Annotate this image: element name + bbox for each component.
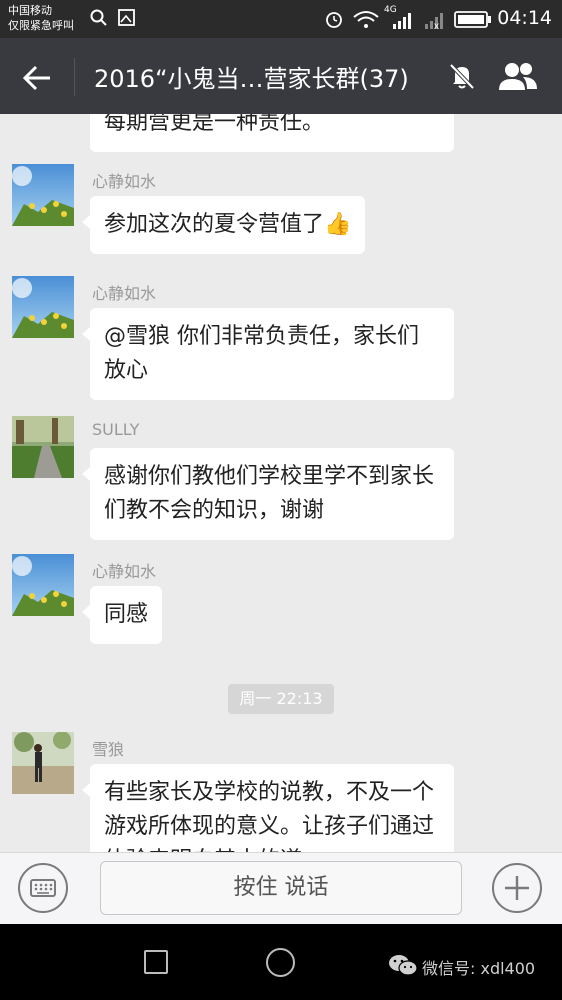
avatar-park-image (12, 416, 74, 478)
message-bubble: 有些家长及学校的说教，不及一个游戏所体现的意义。让孩子们通过体验来明白其中的道 (82, 764, 454, 852)
message-text: @雪狼 你们非常负责任，家长们放心 (104, 324, 419, 383)
plus-icon (505, 876, 529, 900)
avatar-flowers-image (12, 276, 74, 338)
mute-icon (449, 63, 475, 90)
more-actions-button[interactable] (492, 863, 542, 913)
keyboard-toggle-button[interactable] (18, 863, 68, 913)
signal-icon (393, 13, 411, 29)
message-text: 同感 (104, 602, 149, 627)
home-button[interactable] (266, 948, 295, 977)
battery-icon (454, 11, 491, 28)
header-divider (74, 58, 75, 96)
message-list[interactable]: 每期营更是一种责任。 心静如水 参加这次的夏令营值了👍 心静如水 @雪狼 你们非… (0, 114, 562, 852)
status-bar: 中国移动 仅限紧急呼叫 4G x 04:14 (0, 0, 562, 38)
carrier-name: 中国移动 (8, 4, 52, 17)
alarm-icon (326, 12, 342, 28)
avatar-flowers-image (12, 164, 74, 226)
sender-name: 心静如水 (92, 172, 157, 191)
wifi-icon (353, 11, 379, 28)
system-nav-bar: 微信号: xdl400 (0, 924, 562, 1000)
avatar[interactable] (12, 164, 74, 226)
sender-name: 心静如水 (92, 562, 157, 581)
no-signal-icon: x (425, 13, 443, 30)
message-text: 参加这次的夏令营值了👍 (104, 212, 352, 237)
keyboard-icon (30, 879, 56, 897)
watermark-text: 微信号: xdl400 (422, 959, 536, 978)
chat-title: 2016“小鬼当…营家长群(37) (94, 65, 409, 93)
message-bubble: 每期营更是一种责任。 (90, 114, 454, 152)
time-separator: 周一 22:13 (228, 684, 334, 714)
avatar-flowers-image (12, 554, 74, 616)
avatar[interactable] (12, 276, 74, 338)
message-text: 有些家长及学校的说教，不及一个游戏所体现的意义。让孩子们通过体验来明白其中的道 (104, 780, 435, 852)
group-members-icon[interactable] (496, 58, 540, 96)
input-bar: 按住 说话 (0, 852, 562, 924)
wechat-icon (389, 955, 418, 976)
clock: 04:14 (497, 7, 552, 29)
avatar[interactable] (12, 416, 74, 478)
message-bubble: @雪狼 你们非常负责任，家长们放心 (82, 308, 454, 400)
carrier-label: 中国移动 仅限紧急呼叫 (8, 3, 74, 33)
search-icon (90, 9, 107, 26)
image-icon (118, 9, 135, 26)
sender-name: 雪狼 (92, 740, 125, 759)
recents-button[interactable] (144, 950, 168, 974)
svg-text:x: x (434, 21, 439, 30)
message-bubble: 感谢你们教他们学校里学不到家长们教不会的知识，谢谢 (82, 448, 454, 540)
sender-name: 心静如水 (92, 284, 157, 303)
sender-name: SULLY (92, 420, 140, 439)
avatar[interactable] (12, 732, 74, 794)
carrier-emergency: 仅限紧急呼叫 (8, 19, 74, 32)
message-text: 感谢你们教他们学校里学不到家长们教不会的知识，谢谢 (104, 464, 435, 523)
back-arrow-icon[interactable] (20, 60, 56, 96)
avatar-person-image (12, 732, 74, 794)
chat-header: 2016“小鬼当…营家长群(37) (0, 38, 562, 114)
avatar[interactable] (12, 554, 74, 616)
message-bubble: 同感 (81, 586, 163, 644)
message-text: 每期营更是一种责任。 (104, 114, 325, 135)
hold-to-talk-button[interactable]: 按住 说话 (100, 861, 462, 915)
message-bubble: 参加这次的夏令营值了👍 (81, 196, 366, 254)
